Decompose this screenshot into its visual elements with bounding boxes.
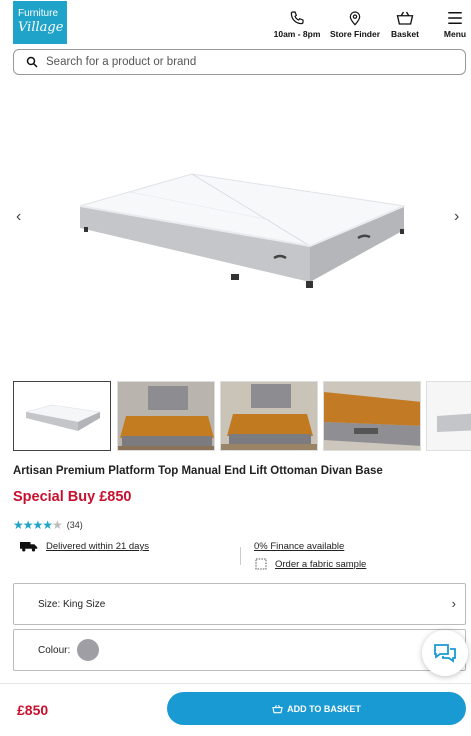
- nav-basket[interactable]: Basket: [388, 10, 422, 39]
- search-bar: [13, 49, 466, 75]
- divan-base-image[interactable]: [70, 170, 410, 320]
- basket-icon: [272, 704, 283, 713]
- add-to-basket-button[interactable]: ADD TO BASKET: [167, 692, 466, 725]
- thumbnail-1[interactable]: [13, 381, 111, 451]
- chevron-right-icon: ›: [451, 596, 456, 611]
- add-to-basket-label: ADD TO BASKET: [287, 703, 361, 714]
- fabric-sample-link[interactable]: Order a fabric sample: [255, 558, 366, 570]
- basket-icon: [396, 11, 414, 25]
- special-price: Special Buy £850: [13, 489, 132, 505]
- site-header: Furniture Village 10am - 8pm Store Finde…: [0, 0, 471, 46]
- review-count: (34): [66, 520, 83, 530]
- thumb-divan-image: [25, 404, 102, 431]
- nav-store-label: Store Finder: [329, 29, 381, 39]
- nav-menu[interactable]: Menu: [440, 10, 470, 39]
- thumb-bedroom-image: [221, 382, 317, 450]
- sticky-basket-bar: £850 ADD TO BASKET: [0, 683, 471, 736]
- nav-phone[interactable]: 10am - 8pm: [272, 10, 322, 39]
- product-image-gallery: ‹ ›: [0, 90, 471, 370]
- size-selector[interactable]: Size: King Size ›: [13, 583, 466, 625]
- product-rating[interactable]: ★★★★★ (34): [13, 518, 83, 532]
- thumb-bedroom-image: [118, 382, 214, 450]
- chat-bubbles-icon: [434, 644, 456, 663]
- nav-menu-label: Menu: [443, 29, 467, 39]
- colour-selector[interactable]: Colour:: [13, 629, 466, 671]
- fabric-swatch-icon: [255, 558, 267, 570]
- gallery-prev-arrow[interactable]: ‹: [16, 208, 21, 226]
- thumb-divan-image: [427, 382, 471, 450]
- rating-stars-icon: ★★★★★: [13, 518, 63, 532]
- thumbnail-strip: [13, 381, 471, 451]
- thumbnail-3[interactable]: [220, 381, 318, 451]
- delivery-info-link[interactable]: Delivered within 21 days: [20, 541, 149, 552]
- delivery-truck-icon: [20, 542, 38, 552]
- delivery-text: Delivered within 21 days: [46, 541, 149, 552]
- logo-line1: Furniture: [18, 8, 59, 19]
- thumbnail-4[interactable]: [323, 381, 421, 451]
- thumb-bedroom-image: [324, 382, 420, 450]
- logo-line2: Village: [18, 20, 64, 35]
- nav-phone-label: 10am - 8pm: [273, 29, 321, 39]
- nav-store-finder[interactable]: Store Finder: [328, 10, 382, 39]
- gallery-next-arrow[interactable]: ›: [454, 208, 459, 226]
- location-pin-icon: [349, 11, 361, 26]
- product-title: Artisan Premium Platform Top Manual End …: [13, 465, 383, 477]
- finance-text: 0% Finance available: [254, 541, 345, 552]
- search-input[interactable]: [46, 56, 446, 68]
- chat-button[interactable]: [422, 630, 468, 676]
- furniture-village-logo[interactable]: Furniture Village: [13, 1, 67, 44]
- finance-link[interactable]: 0% Finance available: [254, 541, 344, 552]
- phone-icon: [290, 11, 304, 25]
- thumbnail-2[interactable]: [117, 381, 215, 451]
- colour-label: Colour:: [38, 644, 71, 656]
- info-divider: [240, 547, 241, 565]
- nav-basket-label: Basket: [391, 29, 419, 39]
- fabric-sample-text: Order a fabric sample: [275, 558, 367, 570]
- size-label: Size: King Size: [38, 598, 106, 610]
- hamburger-menu-icon: [448, 12, 462, 24]
- sticky-price: £850: [17, 702, 49, 718]
- thumbnail-5[interactable]: [426, 381, 471, 451]
- colour-swatch[interactable]: [77, 639, 100, 661]
- search-icon[interactable]: [26, 56, 38, 68]
